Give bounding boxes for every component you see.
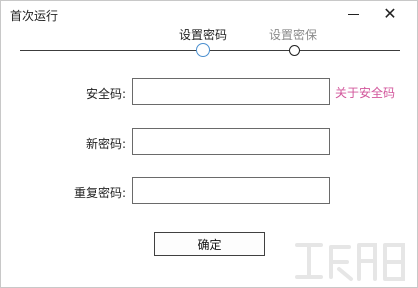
new-password-label: 新密码: xyxy=(85,137,126,151)
minimize-button[interactable] xyxy=(342,4,364,24)
security-code-input[interactable] xyxy=(132,78,330,105)
security-code-label: 安全码: xyxy=(85,87,126,101)
step-dot-set-security xyxy=(289,45,300,56)
close-button[interactable]: ✕ xyxy=(379,4,401,24)
ok-button[interactable]: 确定 xyxy=(154,232,265,256)
confirm-password-label: 重复密码: xyxy=(73,186,126,200)
step-dot-set-password xyxy=(196,43,210,57)
about-security-code-link[interactable]: 关于安全码 xyxy=(335,84,395,101)
minimize-icon xyxy=(347,13,359,15)
confirm-password-input[interactable] xyxy=(132,177,330,204)
close-icon: ✕ xyxy=(383,4,397,23)
window-title: 首次运行 xyxy=(10,9,59,23)
step-label-set-password: 设置密码 xyxy=(179,28,228,42)
new-password-input[interactable] xyxy=(132,128,330,155)
step-label-set-security: 设置密保 xyxy=(269,28,318,42)
title-bar: 首次运行 ✕ xyxy=(1,1,417,27)
dialog-window: 首次运行 ✕ 设置密码 设置密保 安全码: 关于安全码 新密码: 重复密码: 确… xyxy=(0,0,418,288)
site-logo-watermark xyxy=(295,243,405,281)
step-progress-line xyxy=(20,50,400,51)
